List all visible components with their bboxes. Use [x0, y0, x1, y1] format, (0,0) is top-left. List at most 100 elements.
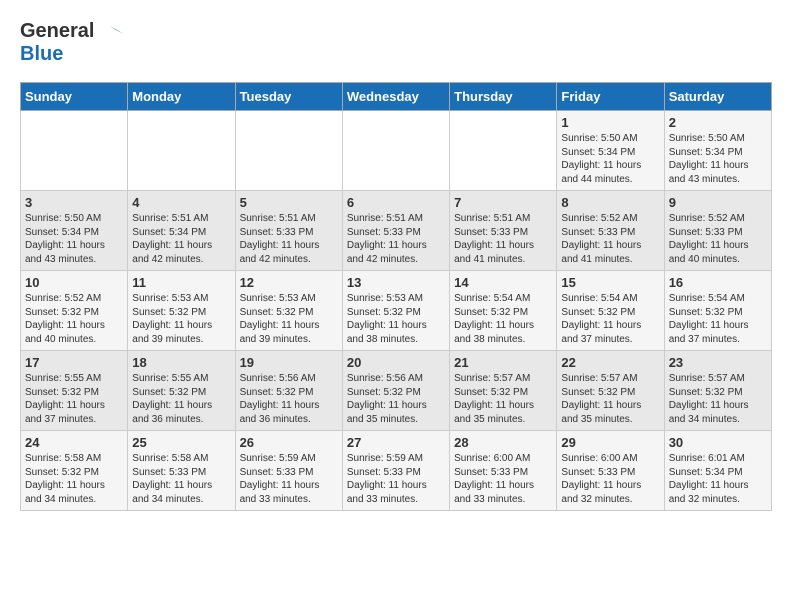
day-number: 28	[454, 435, 552, 450]
day-number: 22	[561, 355, 659, 370]
calendar-day-cell: 26Sunrise: 5:59 AM Sunset: 5:33 PM Dayli…	[235, 431, 342, 511]
day-number: 19	[240, 355, 338, 370]
day-info: Sunrise: 5:54 AM Sunset: 5:32 PM Dayligh…	[669, 292, 767, 346]
day-info: Sunrise: 5:54 AM Sunset: 5:32 PM Dayligh…	[561, 292, 659, 346]
day-info: Sunrise: 5:52 AM Sunset: 5:33 PM Dayligh…	[561, 212, 659, 266]
day-number: 8	[561, 195, 659, 210]
day-info: Sunrise: 5:53 AM Sunset: 5:32 PM Dayligh…	[240, 292, 338, 346]
day-number: 14	[454, 275, 552, 290]
day-info: Sunrise: 5:51 AM Sunset: 5:33 PM Dayligh…	[347, 212, 445, 266]
day-number: 2	[669, 115, 767, 130]
calendar-day-cell: 5 Sunrise: 5:51 AM Sunset: 5:33 PM Daylig…	[235, 191, 342, 271]
calendar-day-cell: 27 Sunrise: 5:59 AM Sunset: 5:33 PM Dayli…	[342, 431, 449, 511]
calendar-day-cell: 6 Sunrise: 5:51 AM Sunset: 5:33 PM Daylig…	[342, 191, 449, 271]
day-info: Sunrise: 5:55 AM Sunset: 5:32 PM Dayligh…	[132, 372, 230, 426]
calendar-day-cell: 13 Sunrise: 5:53 AM Sunset: 5:32 PM Dayli…	[342, 271, 449, 351]
day-number: 6	[347, 195, 445, 210]
calendar-day-cell	[21, 111, 128, 191]
day-number: 1	[561, 115, 659, 130]
day-info: Sunrise: 5:51 AM Sunset: 5:33 PM Dayligh…	[454, 212, 552, 266]
day-info: Sunrise: 5:59 AM Sunset: 5:33 PM Dayligh…	[240, 452, 338, 506]
calendar-day-cell	[342, 111, 449, 191]
calendar-table: SundayMondayTuesdayWednesdayThursdayFrid…	[20, 82, 772, 511]
calendar-day-cell: 14Sunrise: 5:54 AM Sunset: 5:32 PM Dayli…	[450, 271, 557, 351]
calendar-day-cell	[235, 111, 342, 191]
day-info: Sunrise: 5:50 AM Sunset: 5:34 PM Dayligh…	[669, 132, 767, 186]
day-info: Sunrise: 5:57 AM Sunset: 5:32 PM Dayligh…	[454, 372, 552, 426]
calendar-day-cell	[128, 111, 235, 191]
calendar-day-cell: 17 Sunrise: 5:55 AM Sunset: 5:32 PM Dayli…	[21, 351, 128, 431]
calendar-day-cell: 4 Sunrise: 5:51 AM Sunset: 5:34 PM Daylig…	[128, 191, 235, 271]
logo-blue-text: Blue	[20, 43, 94, 66]
logo-bird-icon	[96, 24, 124, 52]
day-info: Sunrise: 5:59 AM Sunset: 5:33 PM Dayligh…	[347, 452, 445, 506]
calendar-day-cell: 28Sunrise: 6:00 AM Sunset: 5:33 PM Dayli…	[450, 431, 557, 511]
calendar-day-cell: 1 Sunrise: 5:50 AM Sunset: 5:34 PM Daylig…	[557, 111, 664, 191]
calendar-day-cell: 12 Sunrise: 5:53 AM Sunset: 5:32 PM Dayli…	[235, 271, 342, 351]
day-number: 16	[669, 275, 767, 290]
day-header-sunday: Sunday	[21, 83, 128, 111]
calendar-day-cell: 20Sunrise: 5:56 AM Sunset: 5:32 PM Dayli…	[342, 351, 449, 431]
day-header-friday: Friday	[557, 83, 664, 111]
day-info: Sunrise: 5:55 AM Sunset: 5:32 PM Dayligh…	[25, 372, 123, 426]
calendar-day-cell: 18 Sunrise: 5:55 AM Sunset: 5:32 PM Dayli…	[128, 351, 235, 431]
calendar-day-cell: 2 Sunrise: 5:50 AM Sunset: 5:34 PM Daylig…	[664, 111, 771, 191]
day-number: 30	[669, 435, 767, 450]
day-number: 4	[132, 195, 230, 210]
day-number: 24	[25, 435, 123, 450]
logo-general-text: General	[20, 20, 94, 43]
day-number: 27	[347, 435, 445, 450]
page-header: General Blue	[20, 20, 772, 66]
calendar-week-row: 3 Sunrise: 5:50 AM Sunset: 5:34 PM Daylig…	[21, 191, 772, 271]
calendar-day-cell: 16 Sunrise: 5:54 AM Sunset: 5:32 PM Dayli…	[664, 271, 771, 351]
day-number: 29	[561, 435, 659, 450]
day-info: Sunrise: 5:52 AM Sunset: 5:32 PM Dayligh…	[25, 292, 123, 346]
day-info: Sunrise: 5:51 AM Sunset: 5:33 PM Dayligh…	[240, 212, 338, 266]
calendar-week-row: 1 Sunrise: 5:50 AM Sunset: 5:34 PM Daylig…	[21, 111, 772, 191]
day-info: Sunrise: 5:50 AM Sunset: 5:34 PM Dayligh…	[25, 212, 123, 266]
day-number: 7	[454, 195, 552, 210]
day-number: 17	[25, 355, 123, 370]
logo: General Blue	[20, 20, 124, 66]
calendar-day-cell: 21 Sunrise: 5:57 AM Sunset: 5:32 PM Dayli…	[450, 351, 557, 431]
day-info: Sunrise: 5:57 AM Sunset: 5:32 PM Dayligh…	[561, 372, 659, 426]
day-number: 5	[240, 195, 338, 210]
calendar-header-row: SundayMondayTuesdayWednesdayThursdayFrid…	[21, 83, 772, 111]
calendar-day-cell: 7 Sunrise: 5:51 AM Sunset: 5:33 PM Daylig…	[450, 191, 557, 271]
day-info: Sunrise: 5:58 AM Sunset: 5:33 PM Dayligh…	[132, 452, 230, 506]
calendar-week-row: 10 Sunrise: 5:52 AM Sunset: 5:32 PM Dayli…	[21, 271, 772, 351]
day-number: 25	[132, 435, 230, 450]
day-header-thursday: Thursday	[450, 83, 557, 111]
day-info: Sunrise: 5:58 AM Sunset: 5:32 PM Dayligh…	[25, 452, 123, 506]
day-number: 12	[240, 275, 338, 290]
day-info: Sunrise: 5:53 AM Sunset: 5:32 PM Dayligh…	[347, 292, 445, 346]
calendar-day-cell: 19 Sunrise: 5:56 AM Sunset: 5:32 PM Dayli…	[235, 351, 342, 431]
day-info: Sunrise: 5:57 AM Sunset: 5:32 PM Dayligh…	[669, 372, 767, 426]
day-number: 13	[347, 275, 445, 290]
calendar-day-cell: 9 Sunrise: 5:52 AM Sunset: 5:33 PM Daylig…	[664, 191, 771, 271]
day-header-monday: Monday	[128, 83, 235, 111]
day-number: 18	[132, 355, 230, 370]
calendar-day-cell: 10 Sunrise: 5:52 AM Sunset: 5:32 PM Dayli…	[21, 271, 128, 351]
day-number: 20	[347, 355, 445, 370]
day-info: Sunrise: 5:52 AM Sunset: 5:33 PM Dayligh…	[669, 212, 767, 266]
calendar-day-cell: 15 Sunrise: 5:54 AM Sunset: 5:32 PM Dayli…	[557, 271, 664, 351]
calendar-day-cell: 24 Sunrise: 5:58 AM Sunset: 5:32 PM Dayli…	[21, 431, 128, 511]
day-info: Sunrise: 5:56 AM Sunset: 5:32 PM Dayligh…	[240, 372, 338, 426]
day-info: Sunrise: 5:50 AM Sunset: 5:34 PM Dayligh…	[561, 132, 659, 186]
calendar-day-cell	[450, 111, 557, 191]
calendar-day-cell: 22 Sunrise: 5:57 AM Sunset: 5:32 PM Dayli…	[557, 351, 664, 431]
day-number: 15	[561, 275, 659, 290]
day-info: Sunrise: 6:01 AM Sunset: 5:34 PM Dayligh…	[669, 452, 767, 506]
day-number: 21	[454, 355, 552, 370]
day-number: 11	[132, 275, 230, 290]
day-header-wednesday: Wednesday	[342, 83, 449, 111]
day-info: Sunrise: 5:53 AM Sunset: 5:32 PM Dayligh…	[132, 292, 230, 346]
day-number: 3	[25, 195, 123, 210]
day-info: Sunrise: 5:51 AM Sunset: 5:34 PM Dayligh…	[132, 212, 230, 266]
calendar-day-cell: 25 Sunrise: 5:58 AM Sunset: 5:33 PM Dayli…	[128, 431, 235, 511]
calendar-week-row: 17 Sunrise: 5:55 AM Sunset: 5:32 PM Dayli…	[21, 351, 772, 431]
day-number: 9	[669, 195, 767, 210]
day-number: 10	[25, 275, 123, 290]
day-number: 23	[669, 355, 767, 370]
